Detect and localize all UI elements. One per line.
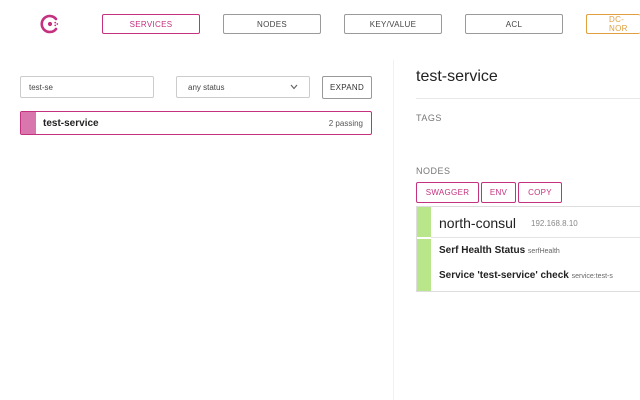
check-id: serfHealth bbox=[527, 248, 560, 255]
service-name: test-service bbox=[43, 118, 99, 129]
service-health-indicator bbox=[21, 112, 36, 134]
checks-health-indicator bbox=[417, 239, 431, 291]
service-filter-input[interactable] bbox=[20, 76, 154, 98]
status-select-value: any status bbox=[188, 82, 225, 92]
nav-services-button[interactable]: SERVICES bbox=[102, 14, 200, 34]
datacenter-button[interactable]: DC-NOR bbox=[586, 14, 640, 34]
swagger-button[interactable]: SWAGGER bbox=[416, 182, 479, 203]
check-name: Serf Health Status bbox=[439, 245, 526, 256]
node-card-divider bbox=[431, 237, 640, 238]
env-button[interactable]: ENV bbox=[481, 182, 516, 203]
health-check-item: Service 'test-service' check service:tes… bbox=[439, 270, 613, 281]
node-health-indicator bbox=[417, 207, 431, 237]
status-select[interactable]: any status bbox=[176, 76, 310, 98]
column-divider bbox=[393, 60, 394, 400]
nav-nodes-button[interactable]: NODES bbox=[223, 14, 321, 34]
consul-logo-icon[interactable] bbox=[40, 14, 60, 34]
node-card: north-consul 192.168.8.10 Serf Health St… bbox=[416, 206, 640, 292]
nav-acl-button[interactable]: ACL bbox=[465, 14, 563, 34]
copy-button[interactable]: COPY bbox=[518, 182, 562, 203]
service-list-item[interactable]: test-service 2 passing bbox=[20, 111, 372, 135]
health-check-item: Serf Health Status serfHealth bbox=[439, 245, 560, 256]
tags-heading: TAGS bbox=[416, 113, 442, 123]
nav-key-value-button[interactable]: KEY/VALUE bbox=[344, 14, 442, 34]
service-passing-count: 2 passing bbox=[328, 119, 363, 128]
node-name[interactable]: north-consul bbox=[439, 215, 516, 231]
title-divider bbox=[416, 98, 640, 99]
check-name: Service 'test-service' check bbox=[439, 270, 569, 281]
nodes-heading: NODES bbox=[416, 166, 451, 176]
chevron-down-icon bbox=[290, 83, 298, 92]
node-address: 192.168.8.10 bbox=[531, 219, 578, 228]
expand-button[interactable]: EXPAND bbox=[322, 76, 372, 99]
check-id: service:test-s bbox=[571, 273, 613, 280]
service-detail-title: test-service bbox=[416, 68, 498, 85]
